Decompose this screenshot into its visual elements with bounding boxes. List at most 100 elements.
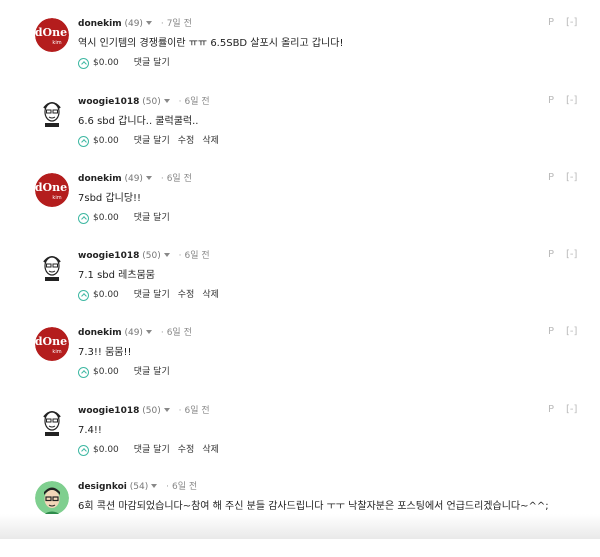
comment-footer: $0.00 댓글 달기	[78, 56, 178, 71]
separator-dot: ·	[178, 251, 182, 261]
comment-meta: designkoi (54) · 6일 전	[78, 481, 197, 493]
separator-dot: ·	[166, 482, 169, 492]
reply-link[interactable]: 댓글 달기	[134, 288, 170, 302]
upvote-icon[interactable]	[78, 57, 89, 69]
upvote-icon[interactable]	[78, 289, 89, 301]
avatar-logo-text: dOne	[35, 26, 67, 39]
reply-link[interactable]: 댓글 달기	[134, 134, 170, 148]
separator-dot: ·	[160, 174, 164, 184]
caret-down-icon[interactable]	[151, 484, 158, 488]
comment-meta: woogie1018 (50) · 6일 전	[78, 250, 210, 262]
reputation-score: (49)	[124, 174, 143, 184]
separator-dot: ·	[160, 328, 164, 338]
reply-link[interactable]: 댓글 달기	[134, 365, 170, 379]
author-name[interactable]: woogie1018	[78, 406, 139, 416]
payout-value[interactable]: $0.00	[93, 443, 119, 457]
collapse-toggle[interactable]: [-]	[566, 17, 577, 28]
caret-down-icon[interactable]	[163, 408, 170, 412]
payout-value[interactable]: $0.00	[93, 365, 119, 379]
comment-body: 7.3!! 뭄뭄!!	[78, 347, 132, 358]
avatar[interactable]: dOne kim	[35, 327, 69, 361]
author-name[interactable]: donekim	[78, 328, 122, 338]
avatar-logo-text: dOne	[35, 335, 67, 348]
timestamp[interactable]: 6일 전	[167, 174, 192, 184]
flag-icon[interactable]: P	[548, 172, 554, 183]
timestamp[interactable]: 6일 전	[172, 482, 197, 492]
author-name[interactable]: woogie1018	[78, 97, 139, 107]
payout-value[interactable]: $0.00	[93, 56, 119, 70]
reputation-score: (54)	[129, 482, 149, 492]
timestamp[interactable]: 6일 전	[184, 97, 209, 107]
avatar[interactable]	[35, 405, 69, 439]
author-name[interactable]: designkoi	[78, 482, 127, 492]
caret-down-icon[interactable]	[163, 253, 170, 257]
comment-body: 7sbd 갑니당!!	[78, 193, 142, 204]
edit-link[interactable]: 수정	[178, 443, 195, 457]
payout-value[interactable]: $0.00	[93, 211, 119, 225]
avatar[interactable]	[35, 250, 69, 284]
avatar-logo-subtext: kim	[52, 40, 61, 46]
upvote-icon[interactable]	[78, 135, 89, 147]
delete-link[interactable]: 삭제	[202, 443, 219, 457]
upvote-icon[interactable]	[78, 444, 89, 456]
reply-link[interactable]: 댓글 달기	[134, 443, 170, 457]
flag-icon[interactable]: P	[548, 95, 554, 106]
payout-value[interactable]: $0.00	[93, 134, 119, 148]
avatar-logo-subtext: kim	[52, 195, 61, 201]
separator-dot: ·	[160, 19, 164, 29]
comment-body: 7.1 sbd 레츠뭄뭄	[78, 270, 155, 281]
timestamp[interactable]: 6일 전	[167, 328, 192, 338]
reply-link[interactable]: 댓글 달기	[134, 56, 170, 70]
reputation-score: (50)	[142, 251, 161, 261]
caret-down-icon[interactable]	[145, 176, 152, 180]
bottom-fade	[0, 514, 600, 539]
collapse-toggle[interactable]: [-]	[566, 249, 577, 260]
separator-dot: ·	[178, 406, 182, 416]
comment-item: woogie1018 (50) · 6일 전 7.4!! $0.00 댓글 달기 수정…	[0, 404, 600, 481]
reputation-score: (50)	[142, 97, 161, 107]
author-name[interactable]: donekim	[78, 19, 122, 29]
separator-dot: ·	[178, 97, 182, 107]
delete-link[interactable]: 삭제	[202, 134, 219, 148]
collapse-toggle[interactable]: [-]	[566, 326, 577, 337]
flag-icon[interactable]: P	[548, 249, 554, 260]
flag-icon[interactable]: P	[548, 404, 554, 415]
comment-body: 역시 인기템의 경쟁률이란 ㅠㅠ 6.5SBD 살포시 올리고 갑니다!	[78, 38, 344, 49]
author-name[interactable]: donekim	[78, 174, 122, 184]
author-name[interactable]: woogie1018	[78, 251, 139, 261]
payout-value[interactable]: $0.00	[93, 288, 119, 302]
caret-down-icon[interactable]	[163, 99, 170, 103]
collapse-toggle[interactable]: [-]	[566, 95, 577, 106]
avatar[interactable]	[35, 96, 69, 130]
comment-footer: $0.00 댓글 달기	[78, 211, 178, 226]
delete-link[interactable]: 삭제	[202, 288, 219, 302]
collapse-toggle[interactable]: [-]	[566, 404, 577, 415]
flag-icon[interactable]: P	[548, 326, 554, 337]
caret-down-icon[interactable]	[145, 21, 152, 25]
comment-body: 6.6 sbd 갑니다.. 쿨럭쿨럭..	[78, 116, 199, 127]
comment-body: 6회 콕션 마감되었습니다~참여 해 주신 분들 감사드립니다 ㅜㅜ 낙찰자분은…	[78, 501, 549, 512]
caret-down-icon[interactable]	[145, 330, 152, 334]
edit-link[interactable]: 수정	[178, 134, 195, 148]
avatar[interactable]	[35, 481, 69, 515]
reputation-score: (49)	[124, 19, 143, 29]
flag-icon[interactable]: P	[548, 17, 554, 28]
upvote-icon[interactable]	[78, 366, 89, 378]
upvote-icon[interactable]	[78, 212, 89, 224]
reply-link[interactable]: 댓글 달기	[134, 211, 170, 225]
comment-meta: donekim (49) · 6일 전	[78, 327, 192, 339]
comment-item: dOne kim donekim (49) · 7일 전 역시 인기템의 경쟁률이…	[0, 17, 600, 94]
avatar-logo-text: dOne	[35, 181, 67, 194]
comment-meta: donekim (49) · 6일 전	[78, 173, 192, 185]
timestamp[interactable]: 6일 전	[184, 406, 209, 416]
avatar[interactable]: dOne kim	[35, 18, 69, 52]
edit-link[interactable]: 수정	[178, 288, 195, 302]
comment-footer: $0.00 댓글 달기 수정 삭제	[78, 288, 227, 303]
timestamp[interactable]: 6일 전	[184, 251, 209, 261]
avatar[interactable]: dOne kim	[35, 173, 69, 207]
comment-item: woogie1018 (50) · 6일 전 6.6 sbd 갑니다.. 쿨럭쿨럭…	[0, 95, 600, 172]
collapse-toggle[interactable]: [-]	[566, 172, 577, 183]
comment-item: dOne kim donekim (49) · 6일 전 7sbd 갑니당!! $…	[0, 172, 600, 249]
timestamp[interactable]: 7일 전	[167, 19, 192, 29]
reputation-score: (50)	[142, 406, 161, 416]
